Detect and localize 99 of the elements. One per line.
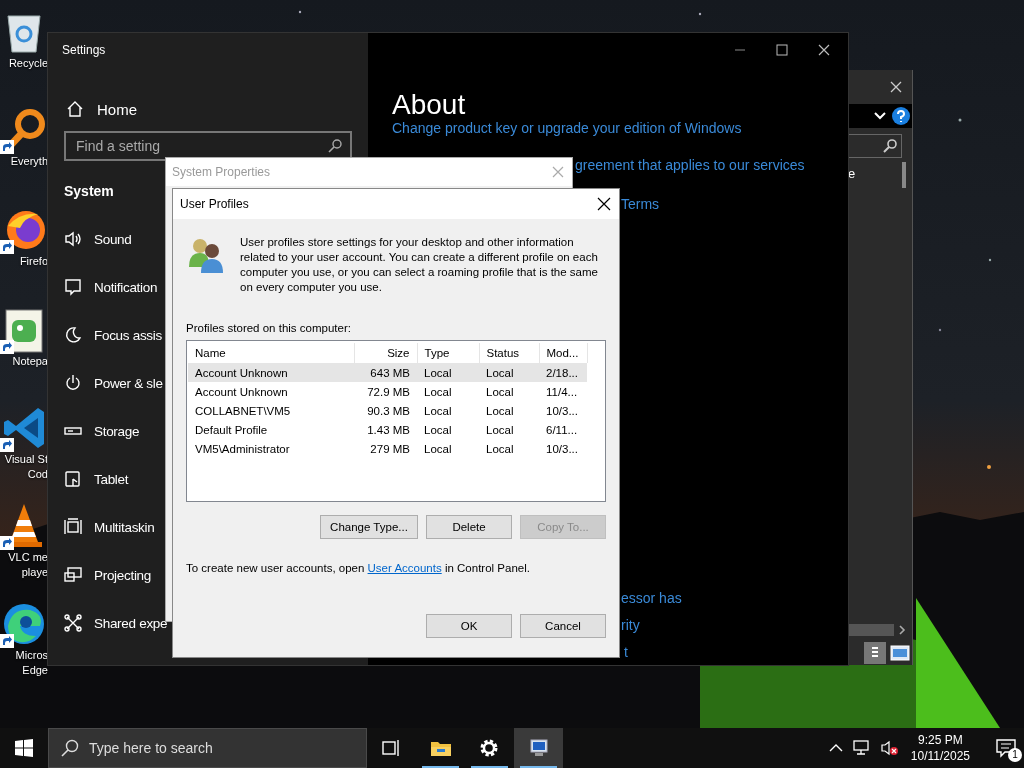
scrollbar-thumb[interactable] — [848, 624, 894, 636]
window-title: System Properties — [172, 165, 271, 179]
maximize-icon — [776, 44, 788, 56]
taskbar-button[interactable] — [514, 728, 563, 768]
desktop-icon-label[interactable]: VLC me — [8, 550, 48, 565]
description-text: User profiles store settings for your desktop and other information related to your user account. You can create a different profile on each computer you use, or you can select a roaming profile that is the same on every computer you use. — [240, 235, 599, 295]
table-cell-text: COLLABNET\VM5 — [194, 403, 292, 419]
desktop-icon-label[interactable]: Micros — [15, 648, 48, 663]
desktop-icon-label[interactable]: Firefo — [19, 254, 48, 269]
preview-view-icon — [890, 645, 910, 661]
section-heading: System — [64, 183, 115, 201]
close-icon — [890, 81, 902, 93]
table-cell-text: VM5\Administrator — [194, 441, 291, 457]
nav-item[interactable]: Storage — [64, 407, 140, 455]
tablet-icon — [64, 470, 82, 488]
table-cell: Account Unknown — [188, 382, 354, 401]
multitasking-icon — [64, 518, 82, 536]
search-icon — [328, 139, 342, 153]
chevron-up-icon — [828, 743, 843, 753]
chevron-down-icon — [874, 112, 886, 120]
computer-icon — [527, 738, 550, 758]
windows-logo-icon — [15, 739, 33, 757]
volume-muted-icon — [880, 740, 899, 756]
link[interactable]: User Accounts — [367, 562, 442, 574]
table-cell-text: Local — [485, 441, 515, 457]
link[interactable]: t — [624, 643, 628, 661]
scrollbar-thumb[interactable] — [902, 162, 906, 188]
table-cell-text: Local — [485, 422, 515, 438]
chevron-right-icon — [898, 625, 906, 635]
dialog-button[interactable]: Cancel — [520, 614, 606, 638]
desktop-icon-label[interactable]: Notepa — [12, 354, 48, 369]
desktop-icon-label[interactable]: playe — [21, 565, 48, 580]
dialog-button[interactable]: OK — [426, 614, 512, 638]
dialog-title: User Profiles — [180, 197, 249, 211]
table-cell-text: Local — [423, 441, 453, 457]
nav-item[interactable]: Sound — [64, 215, 132, 263]
table-cell: Account Unknown — [188, 363, 354, 382]
notification-count: 1 — [1008, 748, 1022, 762]
details-view-icon — [864, 642, 886, 664]
table-cell-text: 6/11... — [545, 422, 579, 438]
search-icon — [883, 139, 897, 153]
list-label: Profiles stored on this computer: — [186, 322, 352, 334]
notification-button[interactable]: 1 — [994, 736, 1018, 760]
action-button[interactable]: Delete — [426, 515, 512, 539]
desktop-icon-label[interactable]: Everyth — [10, 154, 48, 169]
table-cell: Local — [417, 382, 479, 401]
page-title: About — [392, 88, 467, 122]
network-icon — [852, 740, 871, 756]
speech-bubble-icon — [64, 278, 82, 296]
desktop-icon-label[interactable]: Edge — [22, 663, 48, 678]
table-cell-text: Local — [423, 422, 453, 438]
table-cell: Local — [417, 363, 479, 382]
nav-item[interactable]: Tablet — [64, 455, 129, 503]
table-cell: 72.9 MB — [354, 382, 417, 401]
link[interactable]: greement that applies to our services — [575, 156, 805, 174]
instruction-text: To create new user accounts, open User Accounts in Control Panel. — [186, 562, 531, 574]
desktop-icon-label[interactable]: Recycle — [8, 56, 48, 71]
nav-item[interactable]: Shared expe — [64, 599, 168, 647]
table-cell-text: 1.43 MB — [366, 422, 411, 438]
link[interactable]: essor has — [621, 589, 682, 607]
nav-item[interactable]: Multitaskin — [64, 503, 155, 551]
table-cell: Local — [479, 363, 539, 382]
action-button[interactable]: Change Type... — [320, 515, 418, 539]
nav-item[interactable]: Home — [48, 97, 368, 121]
speaker-icon — [64, 230, 82, 248]
table-cell-text: Default Profile — [194, 422, 269, 438]
table-cell-text: 10/3... — [545, 403, 579, 419]
table-cell: 11/4... — [539, 382, 587, 401]
table-cell: 643 MB — [354, 363, 417, 382]
speech-bubble-icon — [996, 738, 1016, 758]
search-field[interactable]: Type here to search — [48, 728, 367, 768]
nav-item[interactable]: Power & sle — [64, 359, 163, 407]
close-icon — [597, 197, 611, 211]
clock[interactable]: 9:25 PM 10/11/2025 — [910, 732, 970, 764]
table-cell-text: Local — [485, 403, 515, 419]
close-icon — [552, 166, 564, 178]
window-title: Settings — [61, 42, 107, 59]
power-icon — [64, 374, 82, 392]
desktop-icon-label[interactable]: Cod — [27, 467, 48, 482]
nav-item[interactable]: Focus assis — [64, 311, 162, 359]
moon-icon — [64, 326, 82, 344]
home-icon — [66, 100, 84, 118]
table-cell: Local — [479, 382, 539, 401]
link[interactable]: Change product key or upgrade your edition of Windows — [392, 119, 742, 137]
search-icon — [61, 739, 79, 757]
close-icon — [818, 44, 830, 56]
table-cell-text: 90.3 MB — [366, 403, 411, 419]
nav-item[interactable]: Projecting — [64, 551, 152, 599]
list-item-text: e — [848, 166, 856, 183]
screens-icon — [64, 566, 82, 584]
table-cell: 2/18... — [539, 363, 587, 382]
table-cell-text: 279 MB — [369, 441, 411, 457]
table-cell-text: 10/3... — [545, 441, 579, 457]
nav-item[interactable]: Notification — [64, 263, 158, 311]
help-icon — [892, 107, 910, 125]
link[interactable]: rity — [621, 616, 640, 634]
share-nodes-icon — [64, 614, 82, 632]
table-cell-text: Local — [423, 403, 453, 419]
link[interactable]: Terms — [621, 195, 660, 213]
